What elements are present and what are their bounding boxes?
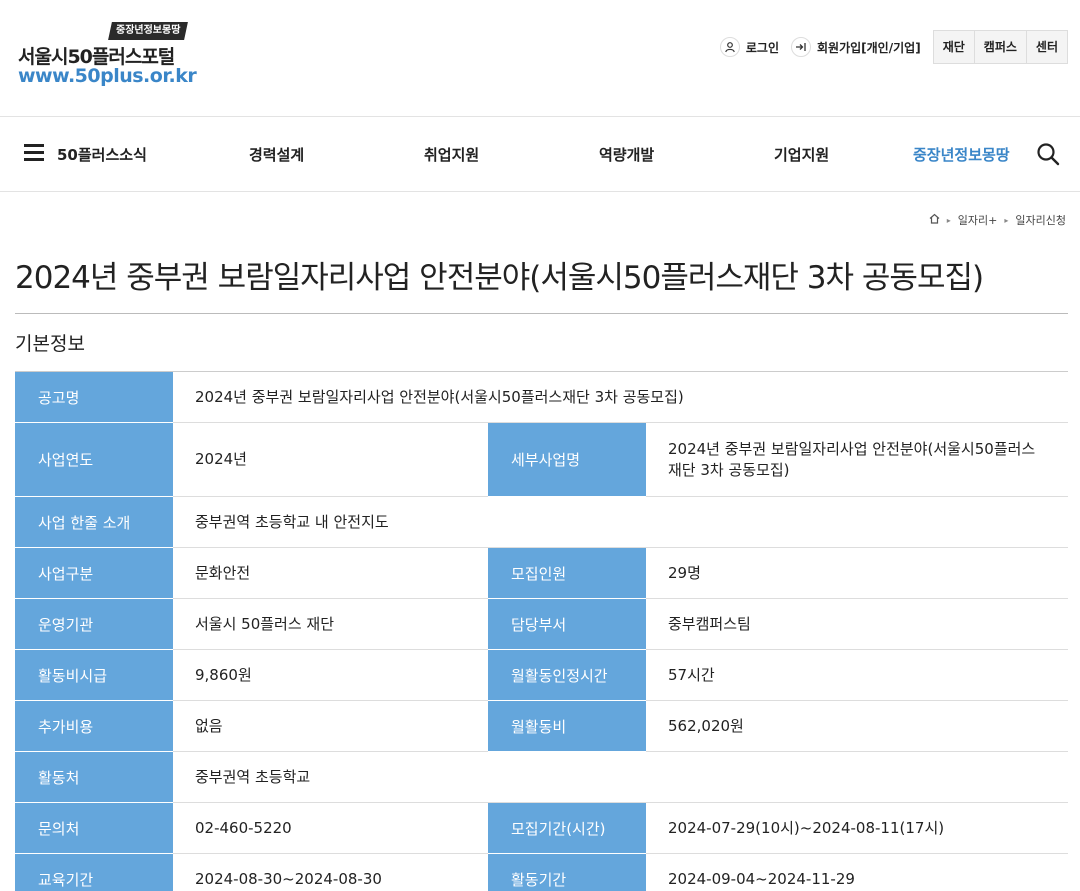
home-icon[interactable] xyxy=(929,213,940,227)
value-sub-business-name: 2024년 중부권 보람일자리사업 안전분야(서울시50플러스재단 3차 공동모… xyxy=(646,422,1069,497)
label-one-line-intro: 사업 한줄 소개 xyxy=(15,496,173,548)
table-row: 사업연도 2024년 세부사업명 2024년 중부권 보람일자리사업 안전분야(… xyxy=(15,422,1069,497)
login-label: 로그인 xyxy=(745,40,779,55)
table-row: 문의처 02-460-5220 모집기간(시간) 2024-07-29(10시)… xyxy=(15,802,1069,854)
site-logo[interactable]: 중장년정보몽땅 서울시50플러스포털 www.50plus.or.kr xyxy=(18,20,198,90)
label-notice-name: 공고명 xyxy=(15,371,173,423)
nav-item-career[interactable]: 경력설계 xyxy=(249,144,304,165)
label-business-type: 사업구분 xyxy=(15,547,173,599)
table-row: 사업구분 문화안전 모집인원 29명 xyxy=(15,547,1069,599)
label-hourly-pay: 활동비시급 xyxy=(15,649,173,701)
value-monthly-pay: 562,020원 xyxy=(646,700,1069,752)
value-business-year: 2024년 xyxy=(173,422,488,497)
table-row: 교육기간 2024-08-30~2024-08-30 활동기간 2024-09-… xyxy=(15,853,1069,891)
value-business-type: 문화안전 xyxy=(173,547,488,599)
table-row: 추가비용 없음 월활동비 562,020원 xyxy=(15,700,1069,752)
label-contact: 문의처 xyxy=(15,802,173,854)
value-operator: 서울시 50플러스 재단 xyxy=(173,598,488,650)
nav-item-info[interactable]: 중장년정보몽땅 xyxy=(913,144,1010,165)
label-recruit-count: 모집인원 xyxy=(488,547,646,599)
label-monthly-pay: 월활동비 xyxy=(488,700,646,752)
value-recruit-count: 29명 xyxy=(646,547,1069,599)
user-icon xyxy=(719,37,740,57)
table-row: 운영기관 서울시 50플러스 재단 담당부서 중부캠퍼스팀 xyxy=(15,598,1069,650)
table-row: 활동처 중부권역 초등학교 xyxy=(15,751,1069,803)
value-training-period: 2024-08-30~2024-08-30 xyxy=(173,853,488,891)
label-activity-period: 활동기간 xyxy=(488,853,646,891)
value-activity-period: 2024-09-04~2024-11-29 xyxy=(646,853,1069,891)
shortcut-center[interactable]: 센터 xyxy=(1025,31,1067,63)
value-workplace: 중부권역 초등학교 xyxy=(173,751,1069,803)
nav-item-news[interactable]: 50플러스소식 xyxy=(57,144,147,165)
label-business-year: 사업연도 xyxy=(15,422,173,497)
site-shortcuts: 재단 캠퍼스 센터 xyxy=(932,30,1068,64)
chevron-right-icon: ▸ xyxy=(946,215,951,225)
section-title: 기본정보 xyxy=(15,333,85,355)
breadcrumb-item-jobs[interactable]: 일자리+ xyxy=(958,212,998,228)
label-operator: 운영기관 xyxy=(15,598,173,650)
table-row: 활동비시급 9,860원 월활동인정시간 57시간 xyxy=(15,649,1069,701)
logo-badge: 중장년정보몽땅 xyxy=(108,22,189,40)
login-link[interactable]: 로그인 xyxy=(719,37,779,57)
value-recruit-period: 2024-07-29(10시)~2024-08-11(17시) xyxy=(646,802,1069,854)
shortcut-campus[interactable]: 캠퍼스 xyxy=(973,31,1026,63)
search-icon[interactable] xyxy=(1036,142,1060,166)
label-extra-cost: 추가비용 xyxy=(15,700,173,752)
value-department: 중부캠퍼스팀 xyxy=(646,598,1069,650)
signup-label: 회원가입[개인/기업] xyxy=(817,40,921,55)
basic-info-table: 공고명 2024년 중부권 보람일자리사업 안전분야(서울시50플러스재단 3차… xyxy=(15,371,1069,891)
table-row: 사업 한줄 소개 중부권역 초등학교 내 안전지도 xyxy=(15,496,1069,548)
label-training-period: 교육기간 xyxy=(15,853,173,891)
chevron-right-icon: ▸ xyxy=(1004,215,1009,225)
label-recruit-period: 모집기간(시간) xyxy=(488,802,646,854)
label-department: 담당부서 xyxy=(488,598,646,650)
nav-item-employment[interactable]: 취업지원 xyxy=(424,144,479,165)
value-contact: 02-460-5220 xyxy=(173,802,488,854)
utility-menu: 로그인 회원가입[개인/기업] 재단 캠퍼스 센터 xyxy=(719,30,1068,64)
nav-item-business[interactable]: 기업지원 xyxy=(774,144,829,165)
value-one-line-intro: 중부권역 초등학교 내 안전지도 xyxy=(173,496,1069,548)
breadcrumb-item-apply[interactable]: 일자리신청 xyxy=(1015,212,1066,228)
top-header: 중장년정보몽땅 서울시50플러스포털 www.50plus.or.kr 로그인 … xyxy=(0,0,1080,117)
signup-link[interactable]: 회원가입[개인/기업] xyxy=(791,37,921,57)
value-notice-name: 2024년 중부권 보람일자리사업 안전분야(서울시50플러스재단 3차 공동모… xyxy=(173,371,1069,423)
main-nav: 50플러스소식 경력설계 취업지원 역량개발 기업지원 중장년정보몽땅 xyxy=(0,117,1080,192)
value-monthly-hours: 57시간 xyxy=(646,649,1069,701)
value-hourly-pay: 9,860원 xyxy=(173,649,488,701)
label-sub-business-name: 세부사업명 xyxy=(488,422,646,497)
nav-item-capability[interactable]: 역량개발 xyxy=(599,144,654,165)
logo-url: www.50plus.or.kr xyxy=(18,65,197,87)
value-extra-cost: 없음 xyxy=(173,700,488,752)
breadcrumb: ▸ 일자리+ ▸ 일자리신청 xyxy=(929,212,1066,228)
table-row: 공고명 2024년 중부권 보람일자리사업 안전분야(서울시50플러스재단 3차… xyxy=(15,371,1069,423)
page-title: 2024년 중부권 보람일자리사업 안전분야(서울시50플러스재단 3차 공동모… xyxy=(15,252,1068,314)
label-monthly-hours: 월활동인정시간 xyxy=(488,649,646,701)
label-workplace: 활동처 xyxy=(15,751,173,803)
shortcut-foundation[interactable]: 재단 xyxy=(933,31,974,63)
menu-icon[interactable] xyxy=(24,144,44,161)
sign-in-icon xyxy=(791,37,811,57)
